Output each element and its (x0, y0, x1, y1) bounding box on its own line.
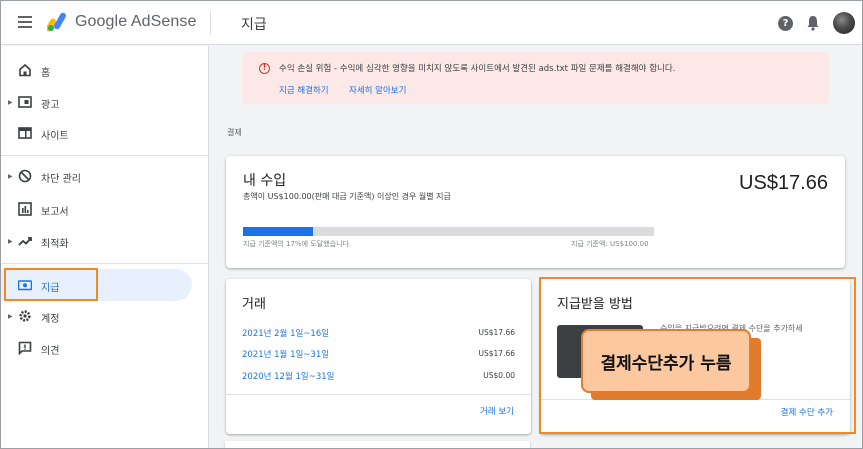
sidebar-item-blocking[interactable]: ▶ 차단 관리 (1, 161, 201, 191)
table-row[interactable]: 2021년 2월 1일~16일 US$17.66 (242, 327, 515, 341)
alert-message: 수익 손실 위험 - 수익에 심각한 영향을 미치지 않도록 사이트에서 발견된… (279, 64, 676, 74)
sidebar-item-label: 사이트 (41, 131, 69, 142)
expand-caret-icon[interactable]: ▶ (8, 313, 13, 320)
sidebar-item-ads[interactable]: ▶ 광고 (1, 87, 201, 117)
sidebar-item-sites[interactable]: 사이트 (1, 118, 201, 148)
sidebar-item-label: 의견 (41, 346, 60, 357)
bell-icon[interactable] (806, 15, 820, 31)
sidebar-item-label: 차단 관리 (41, 174, 81, 185)
threshold-progress-bar (243, 227, 654, 236)
sidebar-item-reports[interactable]: 보고서 (1, 194, 201, 224)
earnings-card: 내 수입 총액이 US$100.00(판매 대금 기준액) 이상인 경우 월별 … (226, 156, 845, 268)
earnings-title: 내 수입 (243, 173, 287, 189)
expand-caret-icon[interactable]: ▶ (8, 99, 13, 106)
expand-caret-icon[interactable]: ▶ (8, 173, 13, 180)
transaction-date-link[interactable]: 2020년 12월 1일~31일 (242, 370, 334, 382)
transactions-card: 거래 2021년 2월 1일~16일 US$17.66 2021년 1월 1일~… (226, 279, 531, 434)
sidebar-item-feedback[interactable]: 의견 (1, 333, 201, 363)
reports-icon (18, 202, 32, 216)
table-row[interactable]: 2021년 1월 1일~31일 US$17.66 (242, 348, 515, 362)
add-payment-method-link[interactable]: 결제 수단 추가 (781, 406, 833, 418)
earnings-subtitle: 총액이 US$100.00(판매 대금 기준액) 이상인 경우 월별 지급 (243, 192, 451, 201)
top-app-bar: Google AdSense 지급 ? (1, 1, 862, 45)
app-window: Google AdSense 지급 ? 홈 ▶ 광고 사이트 ▶ 차단 관리 보… (0, 0, 863, 449)
transaction-amount: US$17.66 (478, 328, 516, 337)
expand-caret-icon[interactable]: ▶ (8, 238, 13, 245)
sidebar-divider (1, 155, 208, 156)
transaction-date-link[interactable]: 2021년 2월 1일~16일 (242, 327, 329, 339)
sidebar-item-label: 계정 (41, 314, 60, 325)
sidebar-item-optimization[interactable]: ▶ 최적화 (1, 226, 201, 256)
ads-txt-alert: ! 수익 손실 위험 - 수익에 심각한 영향을 미치지 않도록 사이트에서 발… (242, 52, 829, 104)
header-divider (210, 11, 211, 35)
instruction-callout: 결제수단추가 누름 (581, 329, 751, 393)
learn-more-link[interactable]: 자세히 알아보기 (349, 84, 406, 96)
card-divider (226, 394, 531, 395)
progress-fill (243, 227, 313, 236)
transaction-amount: US$0.00 (483, 371, 515, 380)
gear-icon (19, 310, 31, 322)
transaction-amount: US$17.66 (478, 349, 516, 358)
home-icon (19, 63, 31, 77)
sidebar: 홈 ▶ 광고 사이트 ▶ 차단 관리 보고서 ▶ 최적화 지급 ▶ 계정 의견 (1, 46, 209, 448)
sidebar-item-label: 홈 (41, 68, 51, 79)
sites-icon (18, 127, 32, 139)
payments-highlight-box (4, 268, 98, 301)
block-icon (18, 169, 32, 183)
page-title: 지급 (241, 17, 267, 33)
error-icon: ! (259, 63, 270, 74)
optimization-icon (18, 237, 32, 246)
view-transactions-link[interactable]: 거래 보기 (480, 405, 514, 417)
sidebar-item-label: 광고 (41, 100, 60, 111)
sidebar-item-home[interactable]: 홈 (1, 55, 201, 85)
ads-icon (18, 96, 32, 108)
sidebar-item-account[interactable]: ▶ 계정 (1, 301, 201, 331)
fix-now-link[interactable]: 지금 해결하기 (279, 84, 329, 96)
next-card-edge (225, 441, 530, 448)
adsense-logo-icon (47, 12, 66, 32)
help-icon[interactable]: ? (778, 16, 793, 31)
table-row[interactable]: 2020년 12월 1일~31일 US$0.00 (242, 370, 515, 384)
brand-name: Google AdSense (75, 13, 197, 30)
main-content: ! 수익 손실 위험 - 수익에 심각한 영향을 미치지 않도록 사이트에서 발… (210, 46, 862, 448)
transaction-date-link[interactable]: 2021년 1월 1일~31일 (242, 348, 329, 360)
section-label: 결제 (227, 128, 242, 137)
payment-threshold: 지급 기준액: US$100.00 (571, 240, 649, 248)
avatar[interactable] (833, 12, 855, 34)
feedback-icon (18, 341, 32, 355)
transactions-title: 거래 (242, 297, 266, 312)
progress-status: 지급 기준액의 17%에 도달했습니다. (243, 240, 352, 248)
sidebar-item-label: 최적화 (41, 239, 69, 250)
menu-icon[interactable] (18, 16, 32, 28)
earnings-amount: US$17.66 (739, 172, 828, 194)
sidebar-item-label: 보고서 (41, 207, 69, 218)
sidebar-divider (1, 263, 208, 264)
payment-method-title: 지급받을 방법 (557, 297, 633, 312)
